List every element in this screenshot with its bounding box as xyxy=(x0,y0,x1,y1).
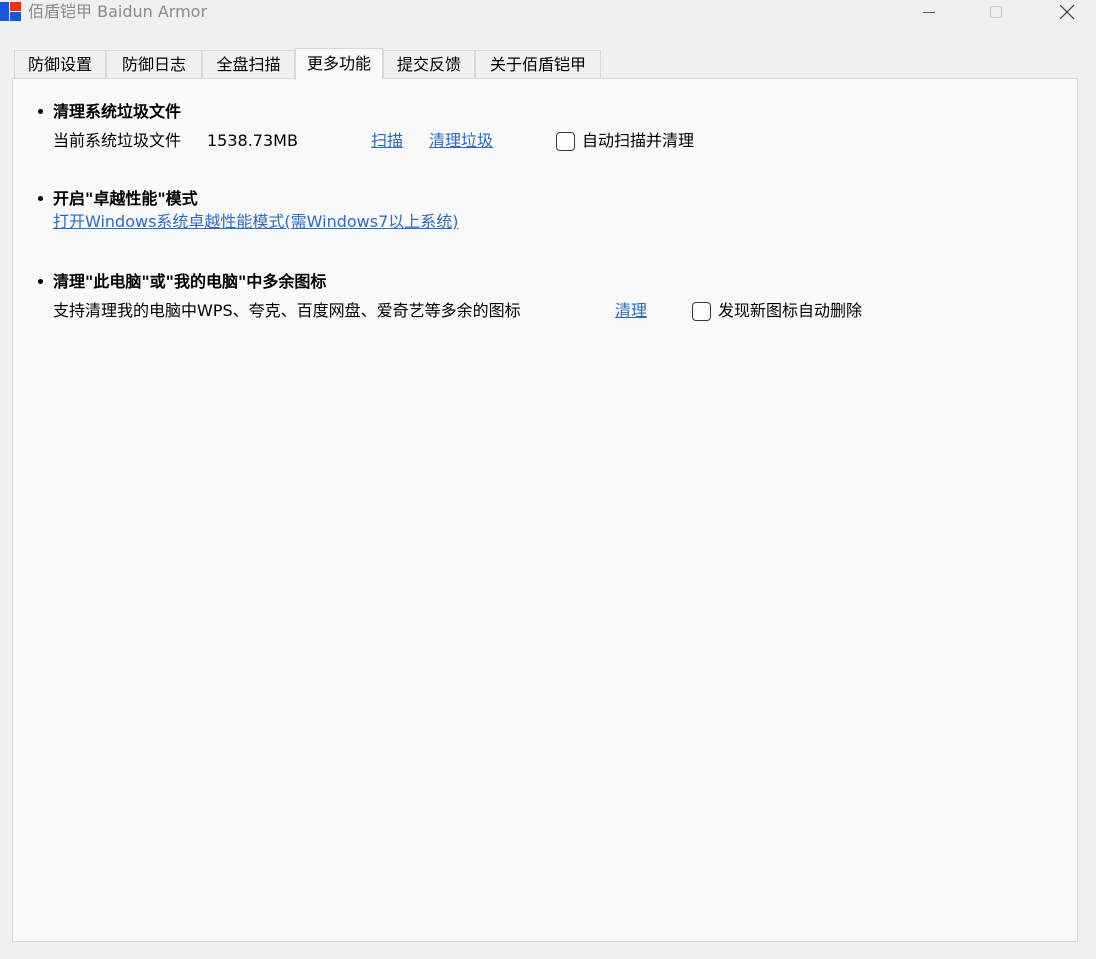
performance-mode-heading: 开启"卓越性能"模式 xyxy=(53,189,198,208)
auto-delete-icons-option[interactable]: 发现新图标自动删除 xyxy=(692,300,862,322)
auto-delete-icons-checkbox[interactable] xyxy=(692,301,711,321)
junk-size-label: 当前系统垃圾文件 xyxy=(53,131,182,150)
tab-full-scan[interactable]: 全盘扫描 xyxy=(202,50,295,79)
maximize-icon xyxy=(990,6,1002,18)
clean-junk-link[interactable]: 清理垃圾 xyxy=(429,130,493,152)
auto-scan-clean-label: 自动扫描并清理 xyxy=(582,131,695,150)
auto-scan-clean-checkbox[interactable] xyxy=(556,131,575,151)
auto-delete-icons-label: 发现新图标自动删除 xyxy=(718,301,863,320)
tab-submit-feedback[interactable]: 提交反馈 xyxy=(383,50,475,79)
extra-icons-heading: 清理"此电脑"或"我的电脑"中多余图标 xyxy=(53,272,327,291)
junk-clean-section: 清理系统垃圾文件 当前系统垃圾文件 1538.73MB 扫描 清理垃圾 自动扫描… xyxy=(38,101,1038,161)
tab-defense-log[interactable]: 防御日志 xyxy=(106,50,202,79)
tab-about[interactable]: 关于佰盾铠甲 xyxy=(475,50,601,79)
close-button[interactable] xyxy=(1044,0,1090,24)
title-bar: 佰盾铠甲 Baidun Armor xyxy=(0,0,1096,30)
window-title: 佰盾铠甲 Baidun Armor xyxy=(28,2,208,21)
scan-link[interactable]: 扫描 xyxy=(371,130,403,152)
extra-icons-section: 清理"此电脑"或"我的电脑"中多余图标 支持清理我的电脑中WPS、夸克、百度网盘… xyxy=(38,271,1038,331)
bullet xyxy=(38,109,43,114)
baidun-logo-icon xyxy=(0,2,21,21)
minimize-icon xyxy=(923,12,935,13)
enable-ultimate-performance-link[interactable]: 打开Windows系统卓越性能模式(需Windows7以上系统) xyxy=(53,211,459,233)
maximize-button[interactable] xyxy=(973,0,1019,24)
junk-size-value: 1538.73MB xyxy=(207,131,298,150)
performance-mode-section: 开启"卓越性能"模式 打开Windows系统卓越性能模式(需Windows7以上… xyxy=(38,188,1038,238)
junk-clean-heading: 清理系统垃圾文件 xyxy=(53,102,182,121)
bullet xyxy=(38,196,43,201)
tab-defense-settings[interactable]: 防御设置 xyxy=(14,50,106,79)
tab-more-features[interactable]: 更多功能 xyxy=(295,48,383,80)
auto-scan-clean-option[interactable]: 自动扫描并清理 xyxy=(556,130,694,152)
more-features-panel: 清理系统垃圾文件 当前系统垃圾文件 1538.73MB 扫描 清理垃圾 自动扫描… xyxy=(12,78,1078,942)
close-icon xyxy=(1059,4,1075,20)
clean-icons-link[interactable]: 清理 xyxy=(615,300,647,322)
bullet xyxy=(38,279,43,284)
extra-icons-description: 支持清理我的电脑中WPS、夸克、百度网盘、爱奇艺等多余的图标 xyxy=(53,301,521,320)
minimize-button[interactable] xyxy=(906,0,952,24)
